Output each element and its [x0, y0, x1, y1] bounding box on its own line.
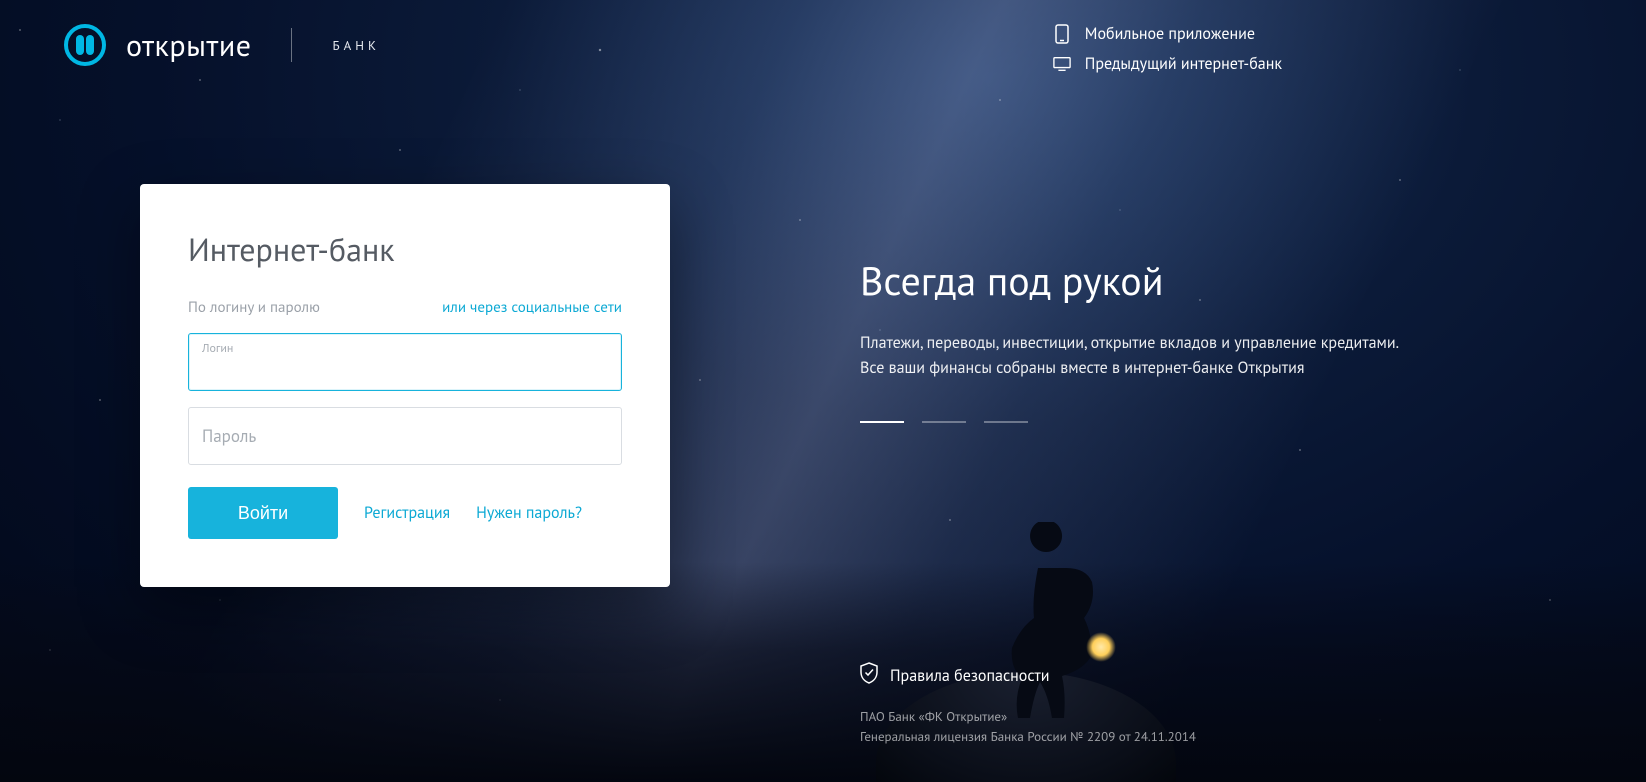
slider-dot-3[interactable]: [984, 421, 1028, 423]
forgot-password-link[interactable]: Нужен пароль?: [476, 503, 582, 523]
mobile-app-link[interactable]: Мобильное приложение: [1053, 24, 1282, 44]
brand-logo[interactable]: открытие БАНК: [64, 24, 380, 66]
login-button[interactable]: Войти: [188, 487, 338, 539]
slider-indicators: [860, 421, 1526, 423]
login-input[interactable]: [188, 333, 622, 391]
password-input[interactable]: [188, 407, 622, 465]
register-link[interactable]: Регистрация: [364, 503, 450, 523]
login-card: Интернет-банк По логину и паролю или чер…: [140, 184, 670, 587]
login-title: Интернет-банк: [188, 228, 622, 270]
mobile-app-label: Мобильное приложение: [1085, 24, 1255, 44]
password-field-wrapper: Пароль: [188, 407, 622, 465]
hero-title: Всегда под рукой: [860, 255, 1526, 307]
header: открытие БАНК Мобильное приложение Преды…: [0, 0, 1646, 74]
legal-line-1: ПАО Банк «ФК Открытие»: [860, 707, 1196, 727]
brand-sub: БАНК: [332, 37, 379, 54]
brand-divider: [291, 28, 292, 62]
login-field-wrapper: Логин: [188, 333, 622, 391]
legal-line-2: Генеральная лицензия Банка России № 2209…: [860, 727, 1196, 747]
background-ground: [0, 562, 1646, 782]
brand-logo-icon: [64, 24, 106, 66]
legal-text: ПАО Банк «ФК Открытие» Генеральная лицен…: [860, 707, 1196, 746]
login-tabs: По логину и паролю или через социальные …: [188, 298, 622, 317]
slider-dot-2[interactable]: [922, 421, 966, 423]
mobile-icon: [1053, 25, 1071, 43]
tab-login-password[interactable]: По логину и паролю: [188, 298, 320, 317]
slider-dot-1[interactable]: [860, 421, 904, 423]
footer-block: Правила безопасности ПАО Банк «ФК Открыт…: [860, 662, 1196, 746]
security-rules-link[interactable]: Правила безопасности: [860, 662, 1196, 689]
previous-bank-label: Предыдущий интернет-банк: [1085, 54, 1282, 74]
hero-section: Всегда под рукой Платежи, переводы, инве…: [860, 255, 1526, 423]
tab-social-login[interactable]: или через социальные сети: [442, 298, 622, 317]
login-actions: Войти Регистрация Нужен пароль?: [188, 487, 622, 539]
hero-description: Платежи, переводы, инвестиции, открытие …: [860, 331, 1420, 381]
background-lantern-glow: [1086, 632, 1116, 662]
top-links: Мобильное приложение Предыдущий интернет…: [1053, 24, 1282, 74]
brand-name: открытие: [126, 26, 251, 65]
desktop-icon: [1053, 55, 1071, 73]
security-rules-label: Правила безопасности: [890, 666, 1049, 686]
shield-icon: [860, 662, 878, 689]
previous-bank-link[interactable]: Предыдущий интернет-банк: [1053, 54, 1282, 74]
